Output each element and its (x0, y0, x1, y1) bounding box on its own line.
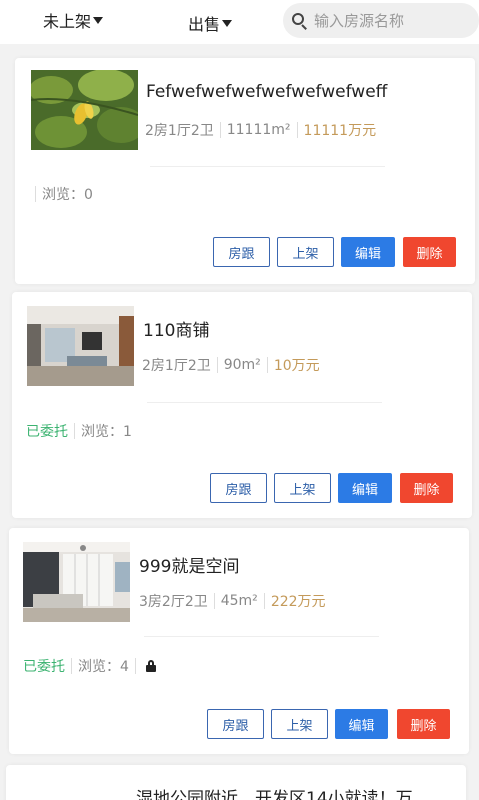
divider (150, 166, 385, 167)
separator (263, 593, 265, 609)
delete-button[interactable]: 删除 (397, 709, 450, 739)
follow-button[interactable]: 房跟 (207, 709, 264, 739)
status-label: 已委托 (23, 659, 65, 675)
listing-thumbnail (31, 70, 138, 150)
listing-title[interactable]: 999就是空间 (139, 552, 239, 577)
publish-button[interactable]: 上架 (271, 709, 328, 739)
listing-meta: 已委托 浏览：1 (26, 421, 132, 441)
listing-area: 90m² (223, 357, 261, 373)
search-placeholder: 输入房源名称 (314, 12, 405, 30)
listing-thumbnail (23, 542, 130, 622)
delete-button[interactable]: 删除 (400, 473, 453, 503)
search-input[interactable]: 输入房源名称 (283, 3, 479, 38)
status-filter-label: 未上架 (43, 12, 92, 31)
caret-down-icon (93, 16, 104, 24)
listing-layout: 2房1厅2卫 (145, 123, 214, 139)
follow-button[interactable]: 房跟 (210, 473, 267, 503)
listing-title[interactable]: 110商铺 (143, 316, 209, 341)
listing-views: 浏览：4 (78, 659, 129, 675)
listing-area: 45m² (220, 593, 258, 609)
delete-button[interactable]: 删除 (403, 237, 456, 267)
listing-meta: 已委托 浏览：4 (23, 656, 156, 676)
listing-price: 222万元 (270, 594, 326, 610)
top-bar: 未上架 出售 输入房源名称 (0, 0, 479, 44)
separator (216, 357, 218, 373)
separator (35, 186, 36, 202)
separator (296, 122, 298, 138)
status-label: 已委托 (26, 424, 68, 440)
listing-thumbnail (27, 306, 134, 386)
follow-button[interactable]: 房跟 (213, 237, 270, 267)
edit-button[interactable]: 编辑 (335, 709, 388, 739)
search-icon (292, 12, 308, 30)
type-filter-label: 出售 (188, 15, 221, 34)
separator (134, 658, 136, 674)
listing-views: 浏览：1 (81, 424, 132, 440)
caret-down-icon (222, 19, 233, 27)
publish-button[interactable]: 上架 (274, 473, 331, 503)
listing-specs: 3房2厅2卫 45m² 222万元 (139, 591, 326, 611)
listing-layout: 3房2厅2卫 (139, 594, 208, 610)
listing-card[interactable]: 999就是空间 3房2厅2卫 45m² 222万元 已委托 浏览：4 房跟 上架… (9, 528, 469, 754)
publish-button[interactable]: 上架 (277, 237, 334, 267)
separator (213, 593, 215, 609)
listing-meta: 浏览：0 (35, 184, 93, 204)
status-filter-dropdown[interactable]: 未上架 (43, 8, 104, 32)
lock-icon (145, 660, 156, 672)
listing-card[interactable]: 110商铺 2房1厅2卫 90m² 10万元 已委托 浏览：1 房跟 上架 编辑… (12, 292, 472, 518)
listing-price: 11111万元 (303, 123, 377, 139)
separator (219, 122, 221, 138)
listing-price: 10万元 (273, 358, 320, 374)
edit-button[interactable]: 编辑 (341, 237, 395, 267)
separator (74, 423, 75, 439)
divider (147, 402, 382, 403)
separator (71, 658, 72, 674)
listing-views: 浏览：0 (42, 187, 93, 203)
listing-title[interactable]: Fefwefwefwefwefwefwefweff (146, 82, 387, 102)
listing-layout: 2房1厅2卫 (142, 358, 211, 374)
type-filter-dropdown[interactable]: 出售 (188, 11, 233, 35)
listing-area: 11111m² (226, 122, 291, 138)
divider (144, 636, 379, 637)
listing-title[interactable]: 湿地公园附近，开发区14小就读！万 (136, 784, 413, 800)
listing-specs: 2房1厅2卫 90m² 10万元 (142, 355, 320, 375)
listing-card[interactable]: Fefwefwefwefwefwefwefweff 2房1厅2卫 11111m²… (15, 58, 475, 284)
listing-specs: 2房1厅2卫 11111m² 11111万元 (145, 120, 376, 140)
separator (266, 357, 268, 373)
edit-button[interactable]: 编辑 (338, 473, 392, 503)
